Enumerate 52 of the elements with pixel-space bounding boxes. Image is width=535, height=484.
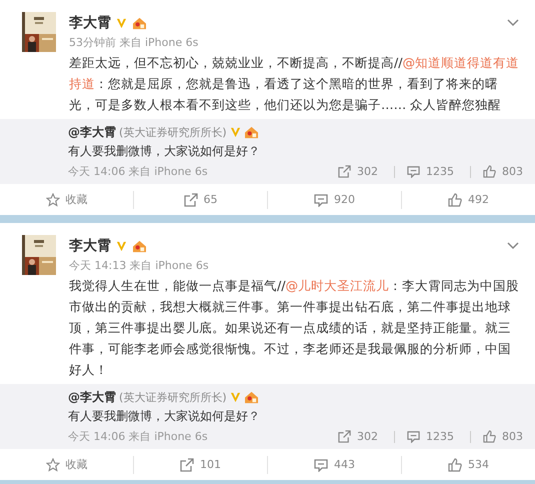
star-icon[interactable] [46, 192, 60, 206]
author-title: (英大证券研究所所长) [119, 390, 227, 405]
badge-icon [132, 16, 147, 30]
author-title: (英大证券研究所所长) [119, 125, 227, 140]
verified-icon [116, 240, 127, 252]
repost-count: 101 [200, 458, 221, 471]
favorite-label[interactable]: 收藏 [66, 192, 88, 207]
share-icon[interactable] [180, 458, 194, 472]
like-count: 803 [502, 165, 523, 178]
post-time: 今天 14:13 来自 iPhone 6s [69, 258, 210, 273]
quoted-text: 有人要我删微博，大家说如何是好？ [68, 408, 261, 425]
repost-count: 302 [357, 165, 378, 178]
thumbs-up-icon[interactable] [483, 430, 496, 443]
thumbs-up-icon[interactable] [448, 192, 462, 206]
comment-count: 1235 [426, 430, 454, 443]
like-count: 803 [502, 430, 523, 443]
quoted-text: 有人要我删微博，大家说如何是好？ [68, 143, 261, 160]
like-count: 534 [468, 458, 489, 471]
comment-count: 1235 [426, 165, 454, 178]
author-name[interactable]: 李大霄 [69, 14, 111, 32]
repost-count: 302 [357, 430, 378, 443]
verified-icon [230, 127, 241, 138]
post-time: 53分钟前 来自 iPhone 6s [69, 35, 200, 50]
thumbs-up-icon[interactable] [483, 165, 496, 178]
comment-count: 920 [334, 193, 355, 206]
author-name[interactable]: 李大霄 [69, 237, 111, 255]
chevron-down-icon[interactable] [507, 19, 519, 27]
verified-icon [116, 18, 127, 28]
quoted-time: 今天 14:06 来自 iPhone 6s [68, 164, 208, 179]
quoted-author[interactable]: @李大霄 [68, 389, 116, 406]
comment-icon[interactable] [314, 458, 328, 472]
like-count: 492 [468, 193, 489, 206]
share-icon[interactable] [338, 430, 351, 443]
badge-icon [132, 240, 147, 252]
post-text: 差距太远，但不忘初心，兢兢业业，不断提高，不断提高//@知道顺道得道有道持道：您就是屈原，您就是鲁迅，看透了这个黑暗的世界，看到了将来的曙光，可是多数人根本看不到这些，他们还以为您是骗子…… 众人皆醉您独醒 [69, 54, 520, 114]
thumbs-up-icon[interactable] [448, 458, 462, 472]
badge-icon [244, 391, 259, 404]
comment-icon[interactable] [314, 192, 328, 206]
quoted-time: 今天 14:06 来自 iPhone 6s [68, 429, 208, 444]
share-icon[interactable] [338, 165, 351, 178]
verified-icon [230, 392, 241, 403]
comment-icon[interactable] [407, 430, 420, 443]
badge-icon [244, 126, 259, 139]
repost-count: 65 [204, 193, 218, 206]
star-icon[interactable] [46, 458, 60, 472]
comment-count: 443 [334, 458, 355, 471]
post-text: 我觉得人生在世，能做一点事是福气//@儿时大圣江流儿：李大霄同志为中国股市做出的贡献，我想大概就三件事。第一件事提出钻石底，第二件事提出地球顶，第三件事提出婴儿底。如果说还有一点成绩的话，就是坚持正能量。就三件事，可能李老师会感觉很惭愧。不过，李老师还是我最佩服的分析师，中国好人！ [69, 277, 520, 379]
favorite-label[interactable]: 收藏 [66, 457, 88, 472]
comment-icon[interactable] [407, 165, 420, 178]
chevron-down-icon[interactable] [507, 242, 519, 250]
quoted-author[interactable]: @李大霄 [68, 124, 116, 141]
share-icon[interactable] [184, 192, 198, 206]
